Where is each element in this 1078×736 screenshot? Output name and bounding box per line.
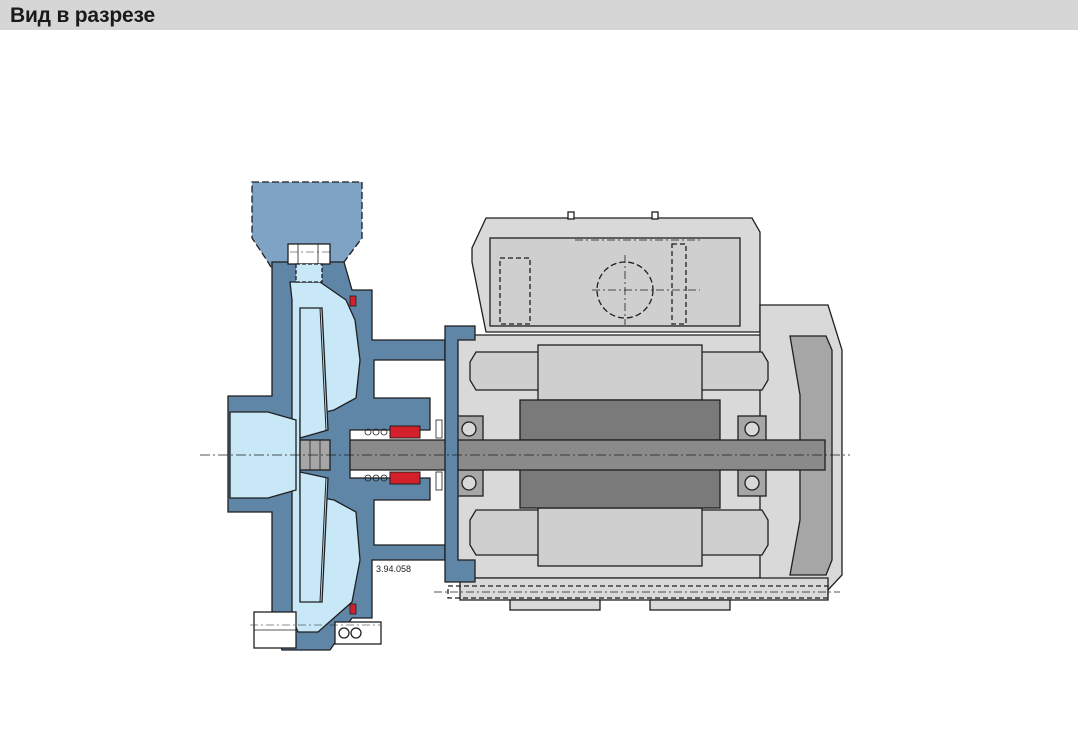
stator-winding-lower [469,509,541,556]
o-ring-lower [349,603,357,615]
rotor-lower [519,467,721,509]
motor-assembly [434,211,843,611]
rotor-upper [519,399,721,441]
motor-base [459,577,829,601]
stator-core-lower [537,507,703,567]
drawing-number: 3.94.058 [376,564,411,574]
pump-cross-section-diagram: 3.94.058 [200,181,850,651]
terminal-box-inner [489,237,741,327]
pump-assembly [227,181,476,651]
top-bolt [287,243,331,265]
stator-winding-upper [469,351,541,391]
o-ring-upper [349,295,357,307]
stator-core-upper [537,344,703,401]
